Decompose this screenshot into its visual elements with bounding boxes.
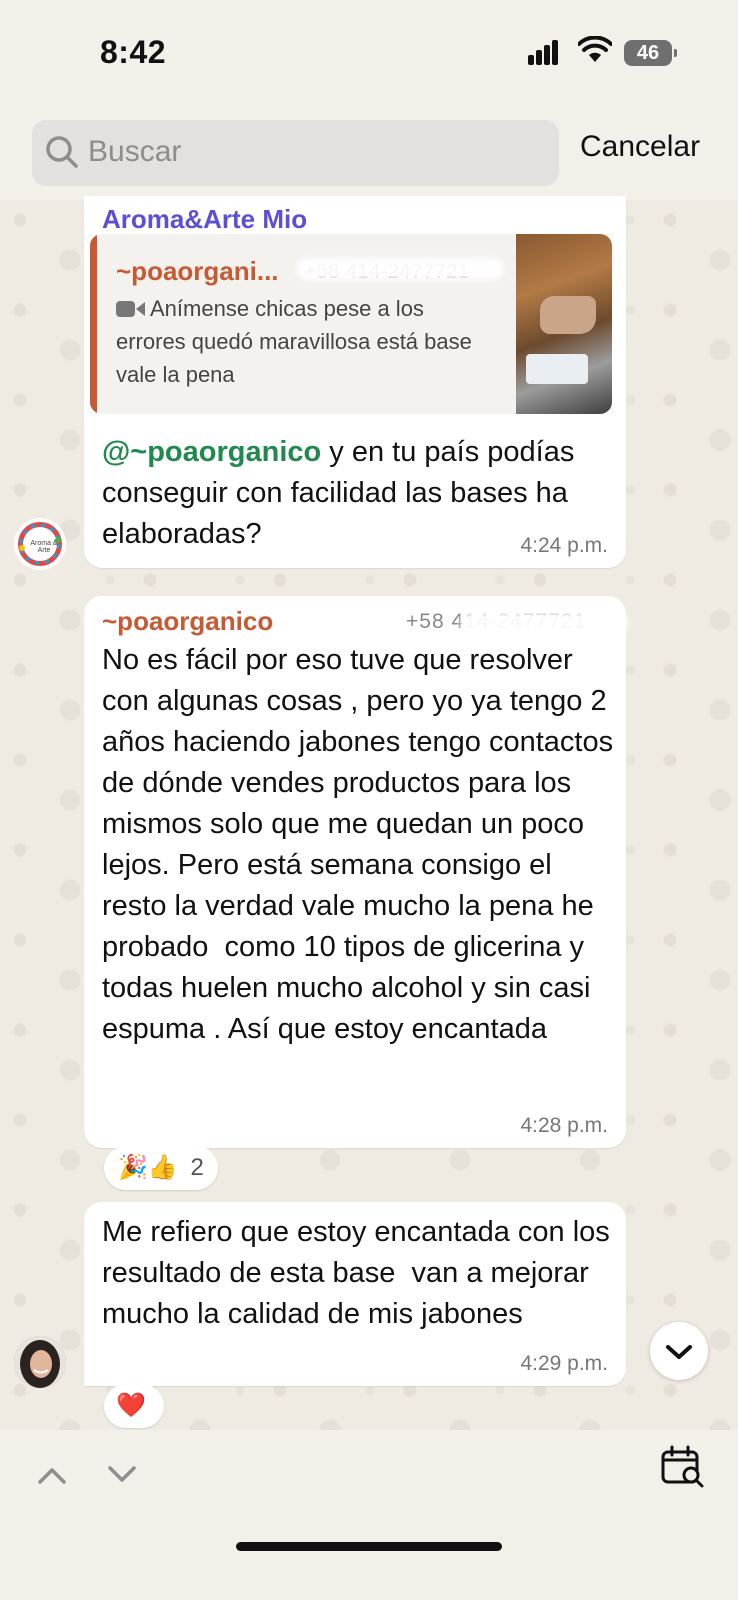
- chevron-down-icon: [666, 1345, 692, 1359]
- redaction: [464, 616, 624, 630]
- search-results-toolbar: [0, 1430, 738, 1600]
- message-bubble[interactable]: Me refiero que estoy encantada con los r…: [84, 1202, 626, 1386]
- avatar[interactable]: Aroma & Arte: [14, 518, 66, 570]
- quote-bar: [90, 234, 97, 414]
- status-time: 8:42: [100, 34, 167, 70]
- wifi-icon: [578, 36, 612, 62]
- message-text: No es fácil por eso tuve que resolver co…: [102, 644, 622, 1045]
- status-bar: 8:42 46: [0, 0, 738, 100]
- search-input[interactable]: [88, 130, 528, 174]
- scroll-down-button[interactable]: [650, 1322, 708, 1380]
- reaction-emojis: 🎉👍: [118, 1154, 178, 1181]
- chevron-down-icon[interactable]: [102, 1460, 142, 1490]
- quote-text: Anímense chicas pese a los errores quedó…: [116, 292, 486, 391]
- search-header: Cancelar: [0, 100, 738, 200]
- video-thumbnail[interactable]: [516, 234, 612, 414]
- message-bubble[interactable]: ~poaorganico +58 414-2477721 No es fácil…: [84, 596, 626, 1148]
- message-time: 4:29 p.m.: [520, 1352, 608, 1375]
- cancel-button[interactable]: Cancelar: [580, 130, 700, 164]
- reaction-emojis: ❤️: [116, 1392, 146, 1419]
- search-icon: [46, 136, 78, 168]
- calendar-search-icon[interactable]: [660, 1444, 706, 1490]
- quote-text-content: Anímense chicas pese a los errores quedó…: [116, 296, 472, 387]
- cellular-signal-icon: [528, 40, 560, 65]
- reactions[interactable]: 🎉👍 2: [104, 1146, 218, 1190]
- avatar-label: Aroma & Arte: [30, 540, 58, 554]
- message-time: 4:24 p.m.: [520, 534, 608, 557]
- chevron-up-icon[interactable]: [32, 1460, 72, 1490]
- quote-sender: ~poaorgani...: [116, 256, 279, 286]
- redaction: [300, 262, 500, 276]
- battery-icon: 46: [624, 40, 677, 66]
- sender-name[interactable]: Aroma&Arte Mio: [102, 204, 307, 235]
- quoted-message[interactable]: ~poaorgani... +58 414-2477721 Anímense c…: [90, 234, 612, 414]
- message-text: Me refiero que estoy encantada con los r…: [102, 1216, 618, 1330]
- search-box[interactable]: [32, 120, 559, 186]
- mention-link[interactable]: @~poaorganico: [102, 436, 321, 468]
- video-icon: [116, 301, 145, 317]
- message-bubble[interactable]: Aroma&Arte Mio ~poaorgani... +58 414-247…: [84, 196, 626, 568]
- home-indicator: [236, 1542, 502, 1551]
- profile-photo-icon: [14, 1336, 66, 1388]
- avatar[interactable]: [14, 1336, 66, 1388]
- reactions[interactable]: ❤️: [104, 1384, 164, 1428]
- sender-name[interactable]: ~poaorganico: [102, 606, 273, 637]
- reaction-count: 2: [190, 1154, 204, 1181]
- message-time: 4:28 p.m.: [520, 1114, 608, 1137]
